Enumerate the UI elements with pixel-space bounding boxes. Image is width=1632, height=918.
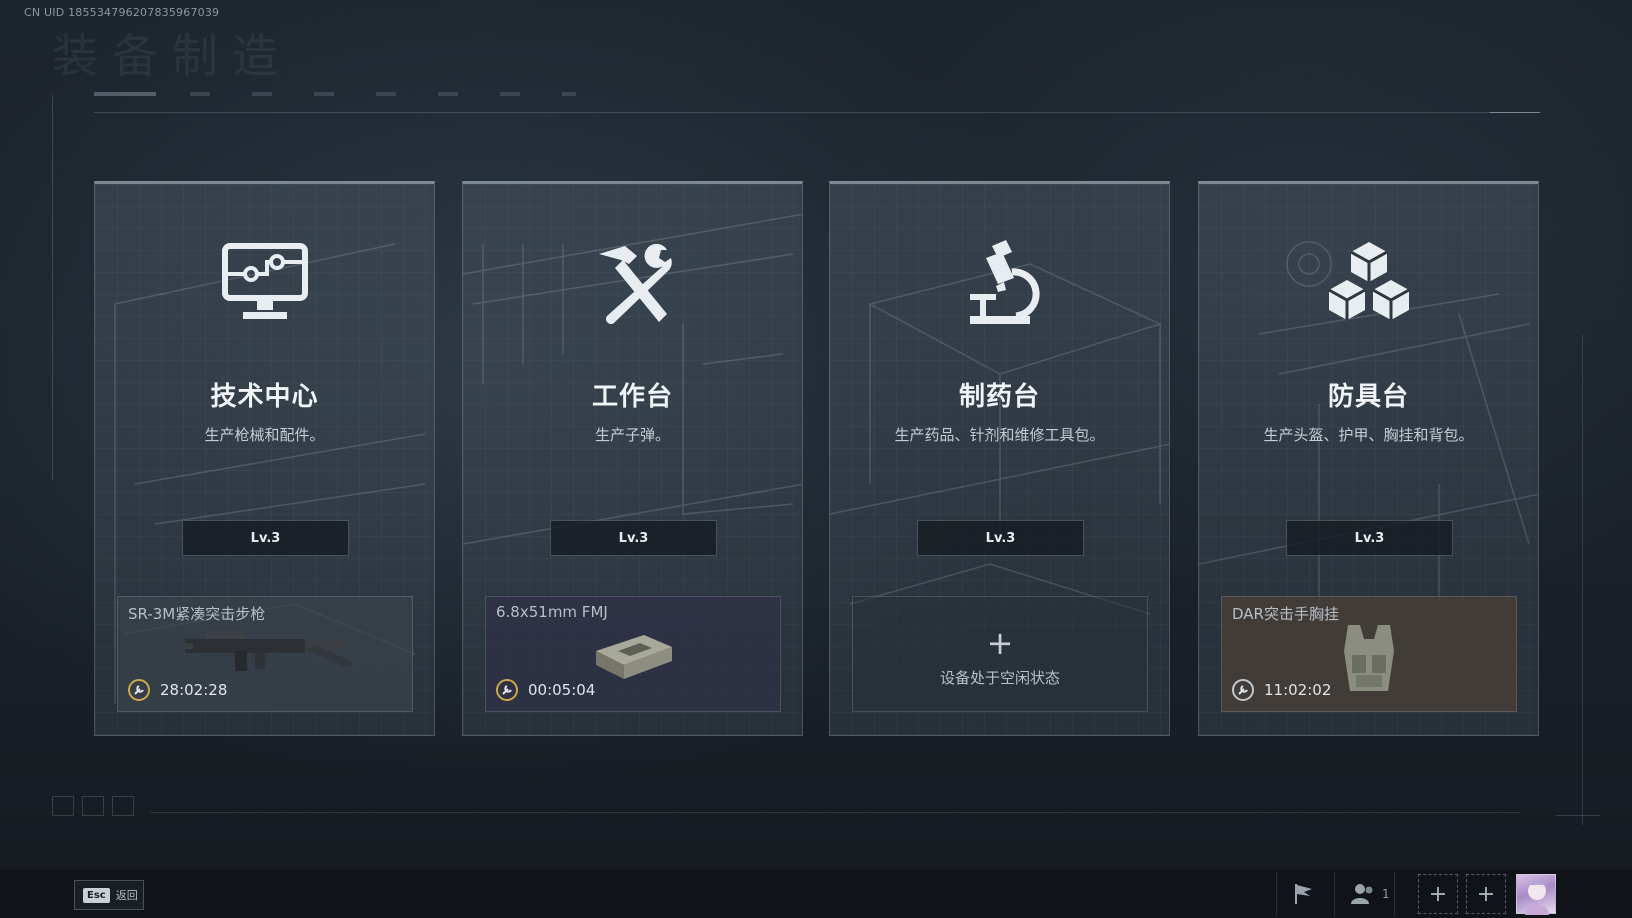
station-card-armor[interactable]: 防具台 生产头盔、护甲、胸挂和背包。 Lv.3 DAR突击手胸挂 11:02:0… (1198, 181, 1539, 736)
station-title: 制药台 (958, 382, 1040, 412)
production-timer: 11:02:02 (1232, 679, 1331, 701)
timer-text: 11:02:02 (1264, 681, 1332, 699)
production-slot[interactable]: SR-3M紧凑突击步枪 28:02:28 (117, 596, 413, 712)
rifle-icon (179, 631, 351, 671)
station-card-workbench[interactable]: 工作台 生产子弹。 Lv.3 6.8x51mm FMJ 00:05:04 (462, 181, 803, 736)
right-guide-line (1582, 335, 1583, 825)
decorative-squares (52, 796, 134, 816)
top-divider-accent (1490, 112, 1540, 113)
timer-text: 00:05:04 (528, 681, 596, 699)
bar-divider (1394, 872, 1395, 916)
item-name: 6.8x51mm FMJ (496, 603, 608, 621)
ammo-box-icon (596, 635, 672, 679)
hammer-wrench-icon (598, 243, 672, 324)
team-count: 1 (1382, 887, 1390, 901)
production-slot-idle[interactable]: + 设备处于空闲状态 (852, 596, 1148, 712)
level-button[interactable]: Lv.3 (182, 520, 349, 556)
top-divider (94, 112, 1540, 113)
item-name: DAR突击手胸挂 (1232, 605, 1339, 623)
wrench-icon (1232, 679, 1254, 701)
station-description: 生产子弹。 (594, 426, 670, 444)
microscope-icon (969, 240, 1040, 324)
production-slot[interactable]: 6.8x51mm FMJ 00:05:04 (485, 596, 781, 712)
station-title: 技术中心 (210, 382, 319, 412)
station-title: 防具台 (1327, 382, 1409, 412)
production-timer: 00:05:04 (496, 679, 595, 701)
production-timer: 28:02:28 (128, 679, 227, 701)
station-description: 生产头盔、护甲、胸挂和背包。 (1263, 426, 1474, 444)
bar-divider (1334, 872, 1335, 916)
chest-rig-icon (1344, 625, 1394, 691)
decorative-ticks (94, 90, 594, 98)
production-slot[interactable]: DAR突击手胸挂 11:02:02 (1221, 596, 1517, 712)
ghost-title: 装备制造 (52, 29, 292, 83)
wrench-icon (496, 679, 518, 701)
left-guide-line (52, 95, 53, 480)
station-card-tech[interactable]: 技术中心 生产枪械和配件。 Lv.3 SR-3M紧凑突击步枪 28:02:28 (94, 181, 435, 736)
bar-divider (1276, 872, 1277, 916)
station-title: 工作台 (591, 382, 673, 412)
computer-monitor-icon (221, 243, 308, 319)
invite-slot-1[interactable]: + (1418, 874, 1458, 914)
invite-slot-2[interactable]: + (1466, 874, 1506, 914)
station-description: 生产药品、针剂和维修工具包。 (894, 426, 1105, 444)
idle-status-text: 设备处于空闲状态 (939, 669, 1060, 687)
level-button[interactable]: Lv.3 (1286, 520, 1453, 556)
bottom-guide-line (150, 812, 1520, 813)
uid-label: CN UID 185534796207835967039 (24, 6, 220, 19)
level-button[interactable]: Lv.3 (917, 520, 1084, 556)
timer-text: 28:02:28 (160, 681, 228, 699)
station-description: 生产枪械和配件。 (204, 426, 325, 444)
add-production-icon[interactable]: + (987, 627, 1014, 659)
flag-icon (1295, 884, 1312, 904)
back-button[interactable]: Esc 返回 (74, 880, 144, 910)
station-cards: 技术中心 生产枪械和配件。 Lv.3 SR-3M紧凑突击步枪 28:02:28 (94, 181, 1540, 736)
avatar-portrait-icon (1525, 881, 1549, 915)
avatar[interactable] (1516, 874, 1556, 915)
crosshair-mark (1556, 815, 1600, 816)
wrench-icon (128, 679, 150, 701)
team-button[interactable]: 1 (1350, 882, 1390, 906)
boxes-icon (1327, 242, 1410, 320)
station-card-pharmacy[interactable]: 制药台 生产药品、针剂和维修工具包。 Lv.3 + 设备处于空闲状态 (829, 181, 1170, 736)
esc-key-badge: Esc (83, 887, 110, 903)
back-label: 返回 (115, 889, 138, 902)
team-members-icon (1351, 884, 1373, 904)
flag-button[interactable] (1290, 880, 1318, 908)
level-button[interactable]: Lv.3 (550, 520, 717, 556)
